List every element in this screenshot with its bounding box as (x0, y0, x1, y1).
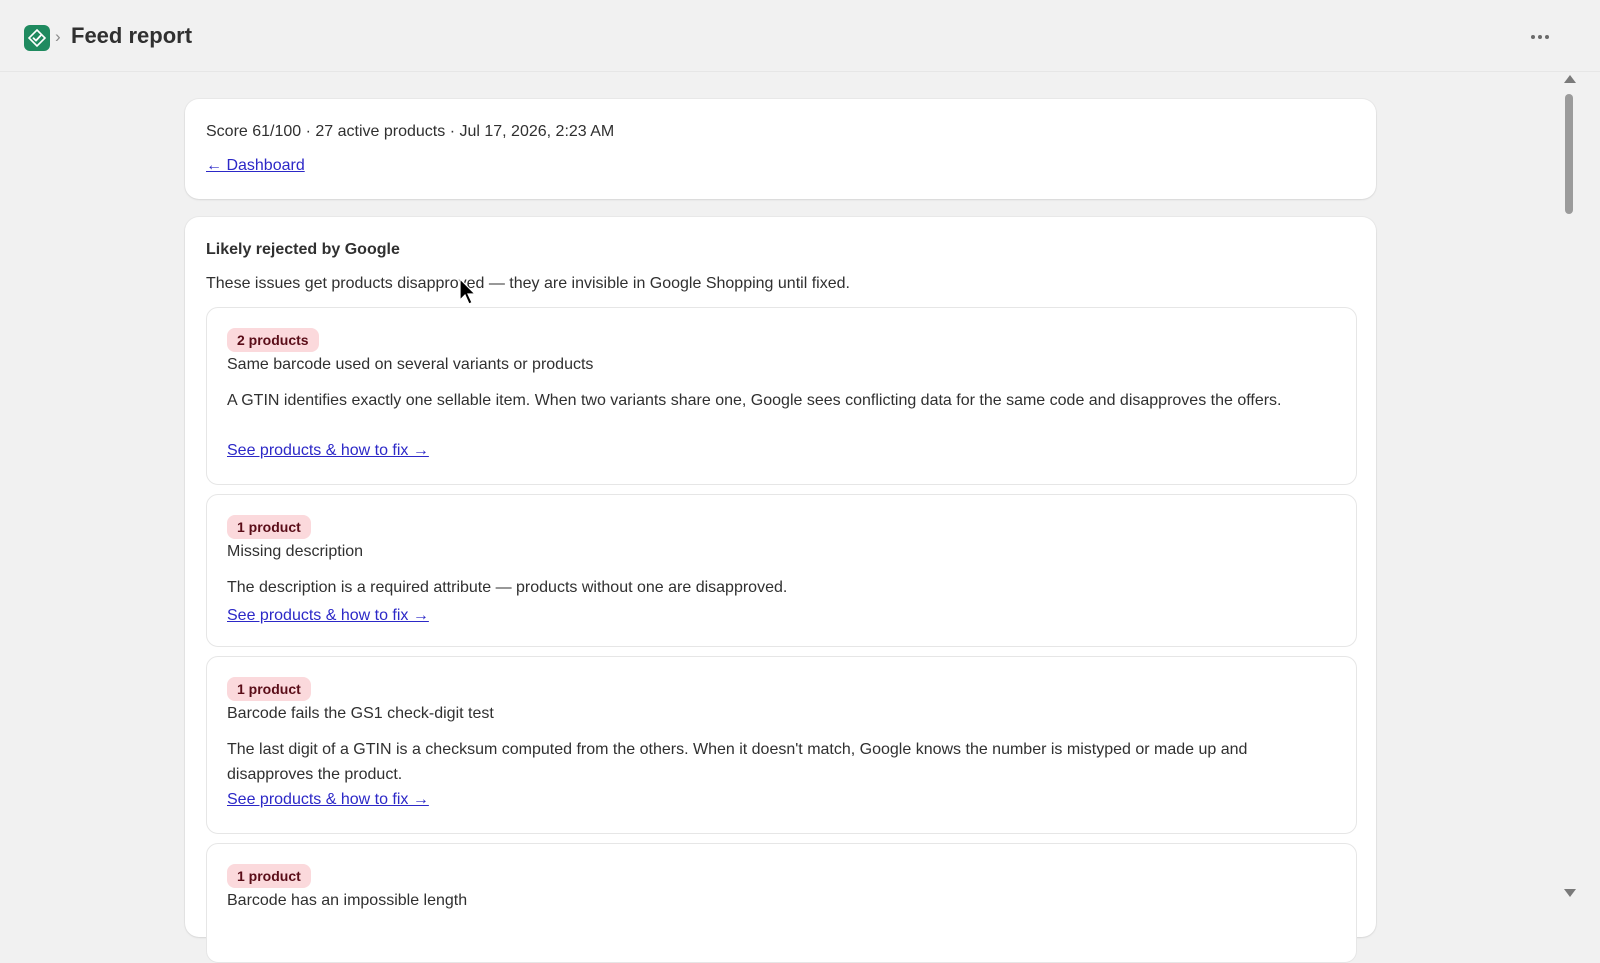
issue-card: 1 product Barcode has an impossible leng… (206, 843, 1357, 963)
app-logo-icon[interactable] (24, 25, 50, 51)
issue-card: 1 product Missing description The descri… (206, 494, 1357, 647)
issue-count-badge: 1 product (227, 864, 311, 888)
issue-count-badge: 1 product (227, 515, 311, 539)
section-description: These issues get products disapproved — … (206, 275, 850, 292)
issue-count-badge: 2 products (227, 328, 319, 352)
see-products-link[interactable]: See products & how to fix → (227, 607, 429, 625)
rejected-issues-card: Likely rejected by Google These issues g… (185, 217, 1376, 963)
issue-card: 2 products Same barcode used on several … (206, 307, 1357, 485)
issue-title: Missing description (227, 543, 364, 560)
issue-title: Barcode has an impossible length (227, 892, 468, 909)
scroll-up-arrow-icon[interactable] (1564, 75, 1576, 83)
section-title: Likely rejected by Google (206, 241, 400, 258)
issue-description: The description is a required attribute … (227, 579, 788, 596)
breadcrumb-separator: › (55, 27, 61, 46)
scroll-down-arrow-icon[interactable] (1564, 889, 1576, 897)
more-actions-button[interactable] (1527, 26, 1553, 48)
issue-description: The last digit of a GTIN is a checksum c… (227, 741, 1248, 783)
see-products-link[interactable]: See products & how to fix → (227, 442, 429, 460)
issue-card: 1 product Barcode fails the GS1 check-di… (206, 656, 1357, 834)
page-scrollbar[interactable] (1562, 72, 1576, 900)
score-summary: Score 61/100 · 27 active products · Jul … (206, 123, 615, 140)
see-products-link[interactable]: See products & how to fix → (227, 791, 429, 809)
issue-title: Same barcode used on several variants or… (227, 356, 594, 373)
issue-title: Barcode fails the GS1 check-digit test (227, 705, 494, 722)
scroll-thumb[interactable] (1565, 94, 1573, 214)
summary-card: Score 61/100 · 27 active products · Jul … (185, 99, 1376, 199)
page-title: Feed report (71, 23, 193, 48)
issue-description: A GTIN identifies exactly one sellable i… (227, 392, 1282, 409)
top-bar: › Feed report (0, 0, 1600, 72)
mouse-pointer-icon (459, 278, 477, 305)
issue-count-badge: 1 product (227, 677, 311, 701)
more-horizontal-icon (1531, 35, 1535, 39)
dashboard-link[interactable]: ← Dashboard (206, 157, 305, 175)
